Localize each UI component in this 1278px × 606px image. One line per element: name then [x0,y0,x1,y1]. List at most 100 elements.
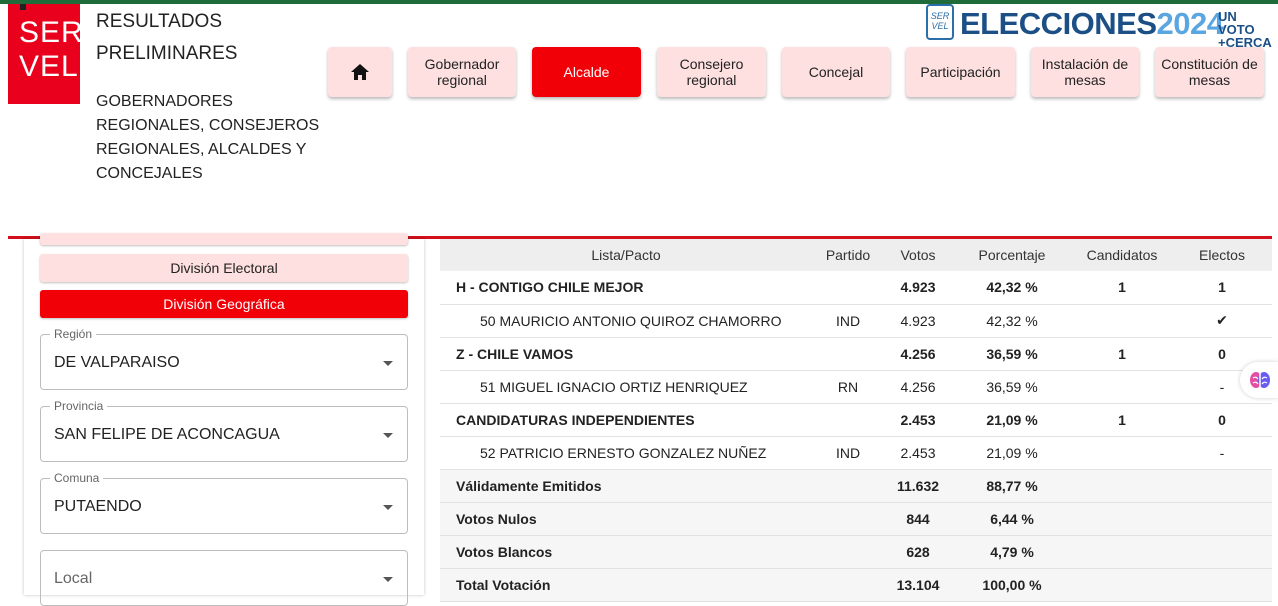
comuna-label: Comuna [50,471,104,485]
nav-participacion[interactable]: Participación [906,47,1015,97]
seal-text-line2: VEL [931,21,949,31]
cell-name: 51 MIGUEL IGNACIO ORTIZ HENRIQUEZ [440,370,812,404]
division-geografica-button[interactable]: División Geográfica [40,290,408,318]
table-row-summary: Válidamente Emitidos 11.632 88,77 % [440,469,1272,503]
cell-partido: RN [812,370,884,404]
nav-home-button[interactable] [328,47,392,97]
brand-tagline-line2: +CERCA [1218,35,1272,50]
table-row-summary: Total Votación 13.104 100,00 % [440,568,1272,602]
cell-partido: IND [812,304,884,338]
cell-name: H - CONTIGO CHILE MEJOR [440,271,812,305]
chevron-down-icon [383,433,393,438]
cell-electos [1172,502,1272,536]
cell-porcentaje: 21,09 % [952,403,1072,437]
brand-elecciones-text: ELECCIONES2024 [960,6,1224,42]
cell-name: Votos Nulos [440,502,812,536]
results-table: Lista/Pacto Partido Votos Porcentaje Can… [440,239,1272,602]
cell-electos [1172,535,1272,569]
cell-candidatos [1072,436,1172,470]
brand-tagline: UN VOTO +CERCA [1218,10,1272,49]
seal-text-line1: SER [930,11,950,21]
cell-porcentaje: 36,59 % [952,370,1072,404]
table-row-summary: Votos Nulos 844 6,44 % [440,502,1272,536]
cell-porcentaje: 36,59 % [952,337,1072,371]
cell-candidatos [1072,304,1172,338]
nav-concejal[interactable]: Concejal [782,47,890,97]
nav-constitucion-de-mesas[interactable]: Constitución de mesas [1155,47,1264,97]
table-row-pact: Z - CHILE VAMOS 4.256 36,59 % 1 0 [440,337,1272,371]
col-header-porcentaje: Porcentaje [952,239,1072,271]
cell-porcentaje: 100,00 % [952,568,1072,602]
page-title: RESULTADOS PRELIMINARES [96,6,237,70]
nav-gobernador-regional[interactable]: Gobernador regional [408,47,516,97]
col-header-votos: Votos [884,239,952,271]
nav-instalacion-de-mesas[interactable]: Instalación de mesas [1031,47,1139,97]
provincia-value: SAN FELIPE DE ACONCAGUA [54,426,280,443]
local-select[interactable]: Local [40,550,408,606]
col-header-partido: Partido [812,239,884,271]
cell-candidatos [1072,502,1172,536]
cell-votos: 4.923 [884,304,952,338]
col-header-electos: Electos [1172,239,1272,271]
elected-check-icon: ✔ [1172,304,1272,338]
cell-partido [812,271,884,305]
cell-porcentaje: 21,09 % [952,436,1072,470]
cell-name: Total Votación [440,568,812,602]
cell-partido [812,535,884,569]
assistant-extension-button[interactable] [1240,362,1278,398]
cell-candidatos: 1 [1072,337,1172,371]
comuna-select[interactable]: Comuna PUTAENDO [40,471,408,534]
cell-candidatos: 1 [1072,403,1172,437]
cell-votos: 11.632 [884,469,952,503]
chevron-down-icon [383,361,393,366]
results-header-row: Lista/Pacto Partido Votos Porcentaje Can… [440,239,1272,271]
page-title-line1: RESULTADOS [96,11,222,32]
division-electoral-button[interactable]: División Electoral [40,254,408,282]
cell-candidatos [1072,370,1172,404]
nav-alcalde[interactable]: Alcalde [532,47,641,97]
logo-text-line1: SER [19,16,84,49]
cell-candidatos [1072,535,1172,569]
table-row-candidate: 50 MAURICIO ANTONIO QUIROZ CHAMORRO IND … [440,304,1272,338]
cell-name: 52 PATRICIO ERNESTO GONZALEZ NUÑEZ [440,436,812,470]
page-title-line2: PRELIMINARES [96,43,238,64]
logo-mark [20,4,26,10]
cell-porcentaje: 42,32 % [952,304,1072,338]
page-subtitle: GOBERNADORES REGIONALES, CONSEJEROS REGI… [96,93,320,182]
table-row-summary: Votos Blancos 628 4,79 % [440,535,1272,569]
logo-text-line2: VEL [19,50,79,83]
chevron-down-icon [383,505,393,510]
brain-icon [1250,372,1270,388]
cell-porcentaje: 42,32 % [952,271,1072,305]
provincia-select[interactable]: Provincia SAN FELIPE DE ACONCAGUA [40,399,408,462]
cell-porcentaje: 6,44 % [952,502,1072,536]
cell-porcentaje: 4,79 % [952,535,1072,569]
region-select[interactable]: Región DE VALPARAISO [40,327,408,390]
chevron-down-icon [383,577,393,582]
results-table-container: Lista/Pacto Partido Votos Porcentaje Can… [440,239,1272,602]
brand-elecciones-word: ELECCIONES [960,6,1157,41]
region-value: DE VALPARAISO [54,354,180,371]
table-row-candidate: 51 MIGUEL IGNACIO ORTIZ HENRIQUEZ RN 4.2… [440,370,1272,404]
cell-partido: IND [812,436,884,470]
servel-seal-icon: SER VEL [926,4,954,40]
cell-candidatos [1072,568,1172,602]
cell-partido [812,568,884,602]
cell-electos [1172,469,1272,503]
cell-electos: 0 [1172,403,1272,437]
cell-votos: 4.923 [884,271,952,305]
comuna-value: PUTAENDO [54,498,142,515]
collapsed-panel-item[interactable] [40,233,408,245]
provincia-label: Provincia [50,399,108,413]
cell-name: Válidamente Emitidos [440,469,812,503]
cell-porcentaje: 88,77 % [952,469,1072,503]
cell-votos: 13.104 [884,568,952,602]
cell-votos: 628 [884,535,952,569]
brand-tagline-line1: UN VOTO [1218,9,1255,37]
cell-name: Z - CHILE VAMOS [440,337,812,371]
cell-votos: 844 [884,502,952,536]
nav-consejero-regional[interactable]: Consejero regional [657,47,766,97]
table-row-candidate: 52 PATRICIO ERNESTO GONZALEZ NUÑEZ IND 2… [440,436,1272,470]
local-placeholder: Local [54,570,93,587]
servel-logo[interactable]: SER VEL [8,4,83,104]
